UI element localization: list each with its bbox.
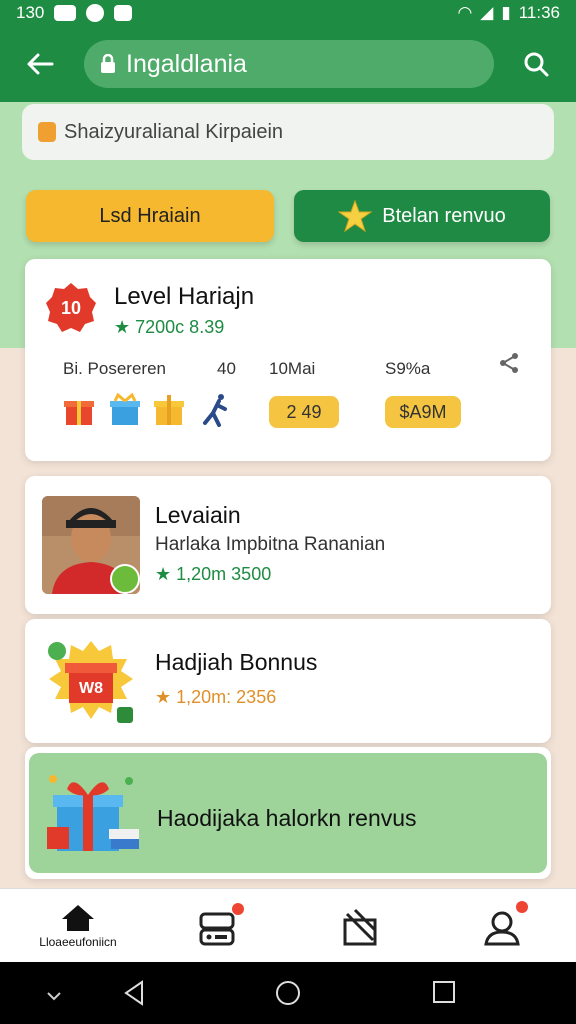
star-icon — [338, 200, 373, 232]
gift-red-icon — [63, 393, 95, 427]
status-time-right: 11:36 — [518, 3, 560, 22]
bonus-badge-text: W8 — [79, 680, 103, 697]
bonus-meta: ★ 1,20m: 2356 — [155, 687, 277, 707]
recents-nav-icon[interactable] — [432, 980, 456, 1009]
system-nav-bar — [0, 962, 576, 1024]
primary-action-label: Lsd Hraiain — [99, 204, 201, 227]
wifi-icon: ◠ — [457, 3, 473, 22]
bonus-gift-icon: W8 — [48, 641, 133, 723]
search-button[interactable] — [516, 44, 556, 84]
verified-badge-icon — [110, 564, 140, 594]
nav-home-label: Lloaeeufoniicn — [39, 935, 117, 949]
notification-icon — [54, 5, 77, 21]
back-nav-icon[interactable] — [122, 980, 146, 1011]
stat-label-c: 10Mai — [269, 359, 316, 378]
stat-pill-right: $A9M — [385, 396, 461, 428]
level-title: Level Hariajn — [114, 283, 255, 310]
nav-profile-badge — [516, 901, 528, 913]
secondary-action-label: Btelan renvuo — [382, 204, 506, 227]
nav-servers[interactable] — [196, 889, 244, 963]
stat-pill-left: 2 49 — [269, 396, 339, 428]
home-nav-icon[interactable] — [275, 980, 301, 1011]
edit-box-icon — [343, 908, 377, 946]
runner-icon — [199, 393, 231, 427]
status-bar: 130 ◠ ◢ ▮ 11:36 — [0, 0, 576, 26]
app-icon — [114, 5, 133, 21]
share-icon[interactable] — [497, 351, 521, 375]
arrow-left-icon — [27, 53, 54, 75]
level-subtitle: ★ 7200c 8.39 — [114, 317, 225, 337]
battery-icon: ▮ — [501, 3, 511, 22]
level-badge-icon: 10 — [46, 283, 96, 332]
collapse-icon[interactable] — [46, 988, 62, 1006]
stat-label-a: Bi. Posereren — [63, 359, 166, 378]
primary-action-button[interactable]: Lsd Hraiain — [26, 190, 274, 242]
gift-blue-icon — [109, 392, 141, 427]
nav-home[interactable]: Lloaeeufoniicn — [28, 889, 128, 963]
nav-tasks[interactable] — [338, 889, 382, 963]
stat-label-d: S9%a — [385, 359, 431, 378]
reward-icons — [63, 392, 263, 429]
support-agent-icon — [484, 911, 520, 946]
secondary-action-button[interactable]: Btelan renvuo — [294, 190, 550, 242]
gift-orange-icon — [153, 393, 185, 427]
notice-bar[interactable]: Shaizyuralianal Kirpaiein — [22, 104, 554, 160]
gift-title: Haodijaka halorkn renvus — [157, 805, 417, 831]
stat-label-b: 40 — [217, 359, 236, 378]
status-time-left: 130 — [16, 3, 45, 22]
nav-profile[interactable] — [478, 889, 528, 963]
chat-icon — [38, 122, 56, 142]
home-icon — [62, 905, 94, 931]
lock-icon — [101, 54, 115, 73]
profile-card[interactable]: Levaiain Harlaka Impbitna Rananian ★ 1,2… — [25, 476, 551, 614]
page-title: Ingaldlania — [126, 49, 247, 78]
bonus-title: Hadjiah Bonnus — [155, 649, 318, 675]
gift-card-inner: Haodijaka halorkn renvus — [29, 753, 547, 873]
search-icon — [524, 52, 549, 77]
status-right: ◠ ◢ ▮ 11:36 — [457, 3, 560, 23]
bonus-card[interactable]: W8 Hadjiah Bonnus ★ 1,20m: 2356 — [25, 619, 551, 743]
gift-box-icon — [47, 775, 139, 851]
profile-meta: ★ 1,20m 3500 — [155, 564, 272, 584]
bottom-nav: Lloaeeufoniicn — [0, 888, 576, 962]
nav-servers-badge — [232, 903, 244, 915]
notice-text: Shaizyuralianal Kirpaiein — [64, 120, 284, 143]
signal-icon: ◢ — [480, 3, 494, 22]
level-card[interactable]: 10 Level Hariajn ★ 7200c 8.39 Bi. Posere… — [25, 259, 551, 461]
back-button[interactable] — [20, 44, 60, 84]
messenger-icon — [86, 4, 105, 22]
profile-title: Levaiain — [155, 502, 241, 528]
url-bar[interactable]: Ingaldlania — [84, 40, 494, 88]
status-left: 130 — [16, 3, 133, 23]
profile-subtitle: Harlaka Impbitna Rananian — [155, 534, 386, 555]
gift-card[interactable]: Haodijaka halorkn renvus — [25, 747, 551, 879]
level-badge-text: 10 — [61, 298, 81, 318]
app-header: Ingaldlania — [0, 26, 576, 102]
